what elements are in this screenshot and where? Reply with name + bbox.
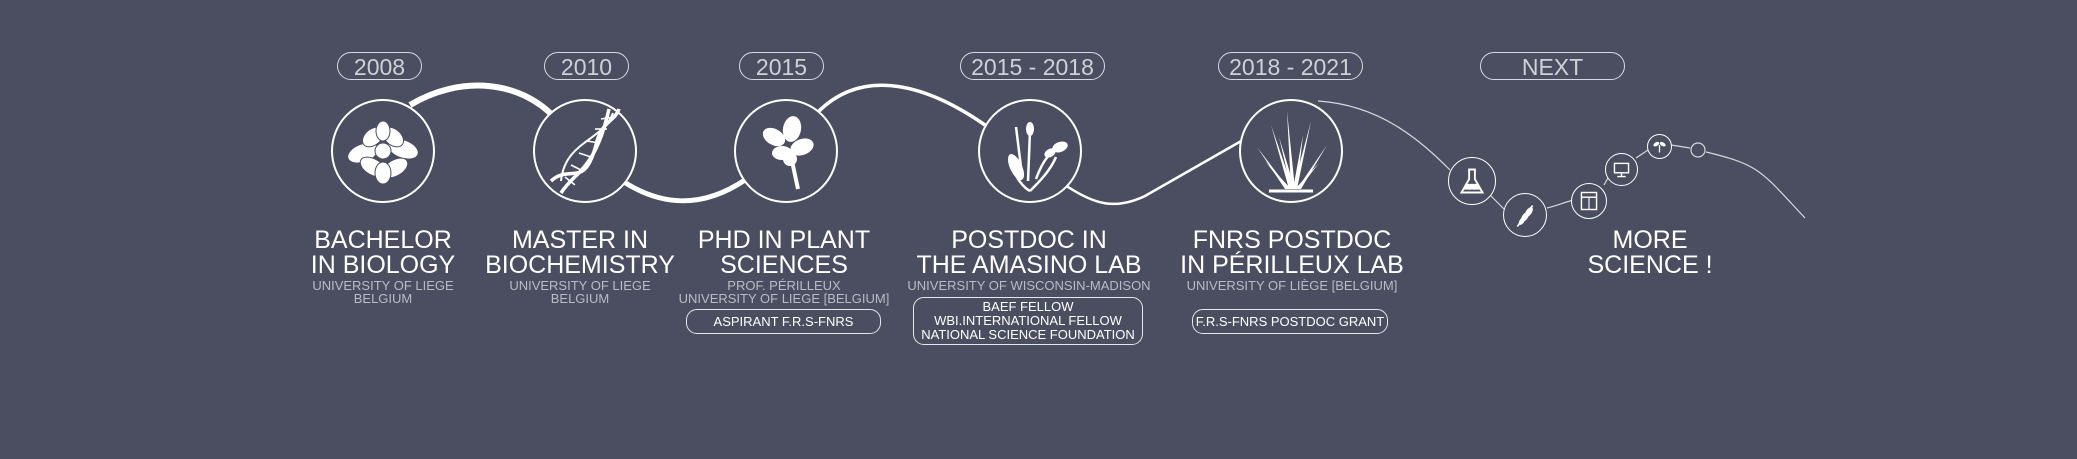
grass-flower-icon bbox=[1007, 122, 1068, 193]
grass-tuft-icon bbox=[1257, 111, 1327, 193]
future-curve-6 bbox=[1670, 144, 1691, 149]
node-postdoc-perilleux bbox=[1239, 99, 1343, 203]
wave-4 bbox=[1064, 138, 1244, 206]
sprout-icon bbox=[1653, 141, 1666, 153]
title-postdoc-amasino: POSTDOC IN THE AMASINO LAB bbox=[916, 226, 1142, 279]
badge-phd-grant: ASPIRANT F.R.S-FNRS bbox=[686, 309, 881, 334]
year-pill-2010: 2010 bbox=[544, 52, 629, 80]
year-pill-2008: 2008 bbox=[337, 52, 422, 80]
flask-icon bbox=[1459, 168, 1485, 194]
year-pill-next: NEXT bbox=[1480, 52, 1625, 80]
title-more-science: MORE SCIENCE ! bbox=[1587, 226, 1713, 279]
dna-helix-icon bbox=[549, 108, 621, 194]
future-node-flask bbox=[1448, 157, 1496, 205]
badge-fnrs-grant: F.R.S-FNRS POSTDOC GRANT bbox=[1192, 309, 1388, 334]
badge-postdoc-fellowships: BAEF FELLOW WBI.INTERNATIONAL FELLOW NAT… bbox=[913, 297, 1143, 345]
arabidopsis-rosette-icon bbox=[347, 120, 419, 185]
node-phd bbox=[734, 99, 838, 203]
node-postdoc-amasino bbox=[978, 99, 1082, 203]
sub-phd: PROF. PÉRILLEUX UNIVERSITY OF LIEGE [BELG… bbox=[678, 278, 890, 306]
node-master bbox=[533, 99, 637, 203]
title-postdoc-perilleux: FNRS POSTDOC IN PÉRILLEUX LAB bbox=[1180, 226, 1404, 279]
future-node-notebook bbox=[1571, 183, 1607, 219]
wave-3 bbox=[816, 83, 986, 127]
future-curve-5 bbox=[1635, 149, 1649, 159]
node-bachelor bbox=[331, 99, 435, 203]
computer-icon bbox=[1613, 162, 1630, 178]
future-curve-7 bbox=[1705, 151, 1806, 219]
future-node-computer bbox=[1605, 153, 1638, 186]
sub-postdoc-amasino: UNIVERSITY OF WISCONSIN-MADISON bbox=[907, 278, 1151, 293]
year-pill-2018-2021: 2018 - 2021 bbox=[1218, 52, 1363, 80]
flower-icon bbox=[762, 116, 814, 190]
year-pill-2015-2018: 2015 - 2018 bbox=[960, 52, 1105, 80]
year-pill-2015: 2015 bbox=[739, 52, 824, 80]
end-dot bbox=[1690, 142, 1706, 158]
sub-postdoc-perilleux: UNIVERSITY OF LIÈGE [BELGIUM] bbox=[1186, 278, 1398, 293]
notebook-icon bbox=[1580, 191, 1598, 211]
future-node-sprout bbox=[1647, 134, 1672, 159]
wave-2 bbox=[622, 177, 747, 204]
title-phd: PHD IN PLANT SCIENCES bbox=[697, 226, 871, 279]
